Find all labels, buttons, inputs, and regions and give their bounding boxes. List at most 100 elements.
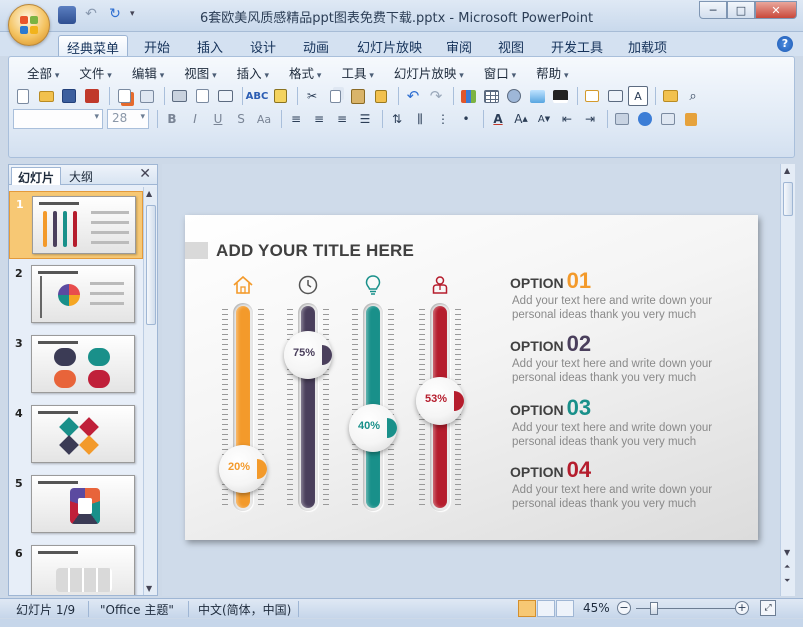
tab-home[interactable]: 开始 xyxy=(136,35,178,56)
language-indicator[interactable]: 中文(简体，中国) xyxy=(198,601,291,618)
zoom-level[interactable]: 45% xyxy=(583,601,610,615)
increase-indent-icon[interactable]: ⇥ xyxy=(580,109,600,129)
option-block[interactable]: OPTION 03 Add your text here and write do… xyxy=(510,395,750,449)
align-right-icon[interactable]: ≡ xyxy=(332,109,352,129)
new-slide-icon[interactable] xyxy=(582,86,602,106)
align-left-icon[interactable]: ≡ xyxy=(286,109,306,129)
quick-styles-icon[interactable] xyxy=(658,109,678,129)
redo-icon[interactable]: ↷ xyxy=(426,86,446,106)
tab-developer[interactable]: 开发工具 xyxy=(543,35,611,56)
new-icon[interactable] xyxy=(13,86,33,106)
menu-window[interactable]: 窗口 xyxy=(474,63,526,82)
insert-chart-icon[interactable] xyxy=(458,86,478,106)
underline-button[interactable]: U xyxy=(208,109,228,129)
minimize-button[interactable]: ─ xyxy=(699,1,727,19)
option-block[interactable]: OPTION 02 Add your text here and write do… xyxy=(510,331,750,385)
close-button[interactable]: ✕ xyxy=(755,1,797,19)
numbering-icon[interactable]: ⋮ xyxy=(433,109,453,129)
undo-icon[interactable]: ↶ xyxy=(82,6,100,24)
slide-thumbnail[interactable]: 6 xyxy=(9,541,143,595)
fit-to-window-icon[interactable]: ⤢ xyxy=(760,600,776,616)
maximize-button[interactable]: □ xyxy=(727,1,755,19)
insert-table-icon[interactable] xyxy=(481,86,501,106)
redo-icon[interactable]: ↻ xyxy=(106,6,124,24)
open-icon[interactable] xyxy=(36,86,56,106)
slides-pane-scrollbar[interactable]: ▲ ▼ xyxy=(143,187,157,595)
save-icon[interactable] xyxy=(59,86,79,106)
scroll-down-icon[interactable]: ▼ xyxy=(146,584,152,593)
option-block[interactable]: OPTION 01 Add your text here and write do… xyxy=(510,268,750,322)
permission-icon[interactable] xyxy=(82,86,102,106)
shapes-icon[interactable] xyxy=(635,109,655,129)
publish-icon[interactable] xyxy=(137,86,157,106)
slide-canvas[interactable]: ADD YOUR TITLE HERE 20% 75% 40% 53% OPTI… xyxy=(185,215,758,540)
tab-insert[interactable]: 插入 xyxy=(189,35,231,56)
tab-slides[interactable]: 幻灯片 xyxy=(11,167,62,185)
slide-thumbnail[interactable]: 2 xyxy=(9,261,143,329)
grow-font-icon[interactable]: A ▲ xyxy=(511,109,531,129)
cut-icon[interactable]: ✂ xyxy=(302,86,322,106)
font-size-combo[interactable]: 28 xyxy=(107,109,149,129)
tab-slideshow[interactable]: 幻灯片放映 xyxy=(349,35,430,56)
office-button[interactable] xyxy=(8,4,50,46)
change-case-button[interactable]: Aa xyxy=(254,109,274,129)
folder-icon[interactable] xyxy=(660,86,680,106)
help-icon[interactable]: ? xyxy=(777,36,793,52)
option-block[interactable]: OPTION 04 Add your text here and write do… xyxy=(510,457,750,511)
editor-vertical-scrollbar[interactable]: ▲ ▼ ⏶ ⏷ xyxy=(780,164,795,596)
format-painter-icon[interactable] xyxy=(371,86,391,106)
next-slide-icon[interactable]: ⏷ xyxy=(784,576,790,586)
shrink-font-icon[interactable]: A ▼ xyxy=(534,109,554,129)
gauge-knob[interactable]: 53% xyxy=(416,376,464,425)
bullets-icon[interactable]: • xyxy=(456,109,476,129)
gauge-knob[interactable]: 75% xyxy=(284,331,332,379)
slideshow-view-button[interactable] xyxy=(556,600,574,617)
menu-all[interactable]: 全部 xyxy=(17,63,69,82)
research-icon[interactable] xyxy=(270,86,290,106)
menu-slideshow[interactable]: 幻灯片放映 xyxy=(384,63,474,82)
tab-addins[interactable]: 加载项 xyxy=(620,35,675,56)
decrease-indent-icon[interactable]: ⇤ xyxy=(557,109,577,129)
zoom-out-button[interactable]: − xyxy=(617,601,631,615)
scrollbar-thumb[interactable] xyxy=(146,205,156,325)
tab-outline[interactable]: 大纲 xyxy=(63,167,99,185)
menu-file[interactable]: 文件 xyxy=(69,63,121,82)
font-name-combo[interactable] xyxy=(13,109,103,129)
insert-picture-icon[interactable] xyxy=(527,86,547,106)
tab-review[interactable]: 审阅 xyxy=(438,35,480,56)
print-preview-icon[interactable] xyxy=(114,86,134,106)
scroll-up-icon[interactable]: ▲ xyxy=(146,189,152,198)
menu-help[interactable]: 帮助 xyxy=(526,63,578,82)
menu-edit[interactable]: 编辑 xyxy=(122,63,174,82)
textbox-icon[interactable]: A xyxy=(628,86,648,106)
scrollbar-thumb[interactable] xyxy=(783,182,793,216)
justify-icon[interactable]: ☰ xyxy=(355,109,375,129)
copy-icon[interactable] xyxy=(325,86,345,106)
menu-tools[interactable]: 工具 xyxy=(331,63,383,82)
gauge-knob[interactable]: 40% xyxy=(349,403,397,452)
columns-icon[interactable]: ⫼ xyxy=(410,109,430,129)
theme-name[interactable]: "Office 主题" xyxy=(100,601,174,618)
qat-customize-icon[interactable]: ▾ xyxy=(130,6,140,24)
align-center-icon[interactable]: ≡ xyxy=(309,109,329,129)
slide-thumbnail[interactable]: 3 xyxy=(9,331,143,399)
paste-icon[interactable] xyxy=(348,86,368,106)
slide-thumbnail[interactable]: 4 xyxy=(9,401,143,469)
menu-view[interactable]: 视图 xyxy=(174,63,226,82)
slide-title[interactable]: ADD YOUR TITLE HERE xyxy=(216,241,414,261)
preview-icon[interactable] xyxy=(192,86,212,106)
zoom-slider-thumb[interactable] xyxy=(650,602,658,615)
close-icon[interactable]: ✕ xyxy=(139,166,151,182)
layout-icon[interactable] xyxy=(605,86,625,106)
zoom-in-button[interactable]: + xyxy=(735,601,749,615)
save-icon[interactable] xyxy=(58,6,76,24)
font-color-icon[interactable]: A xyxy=(488,109,508,129)
bold-button[interactable]: B xyxy=(162,109,182,129)
slide-thumbnail[interactable]: 1 xyxy=(9,191,143,259)
tab-view[interactable]: 视图 xyxy=(490,35,532,56)
spelling-icon[interactable]: ABC xyxy=(246,86,269,106)
tab-design[interactable]: 设计 xyxy=(242,35,284,56)
fill-color-icon[interactable] xyxy=(550,86,570,106)
scroll-down-icon[interactable]: ▼ xyxy=(784,548,790,557)
undo-icon[interactable]: ↶ xyxy=(403,86,423,106)
